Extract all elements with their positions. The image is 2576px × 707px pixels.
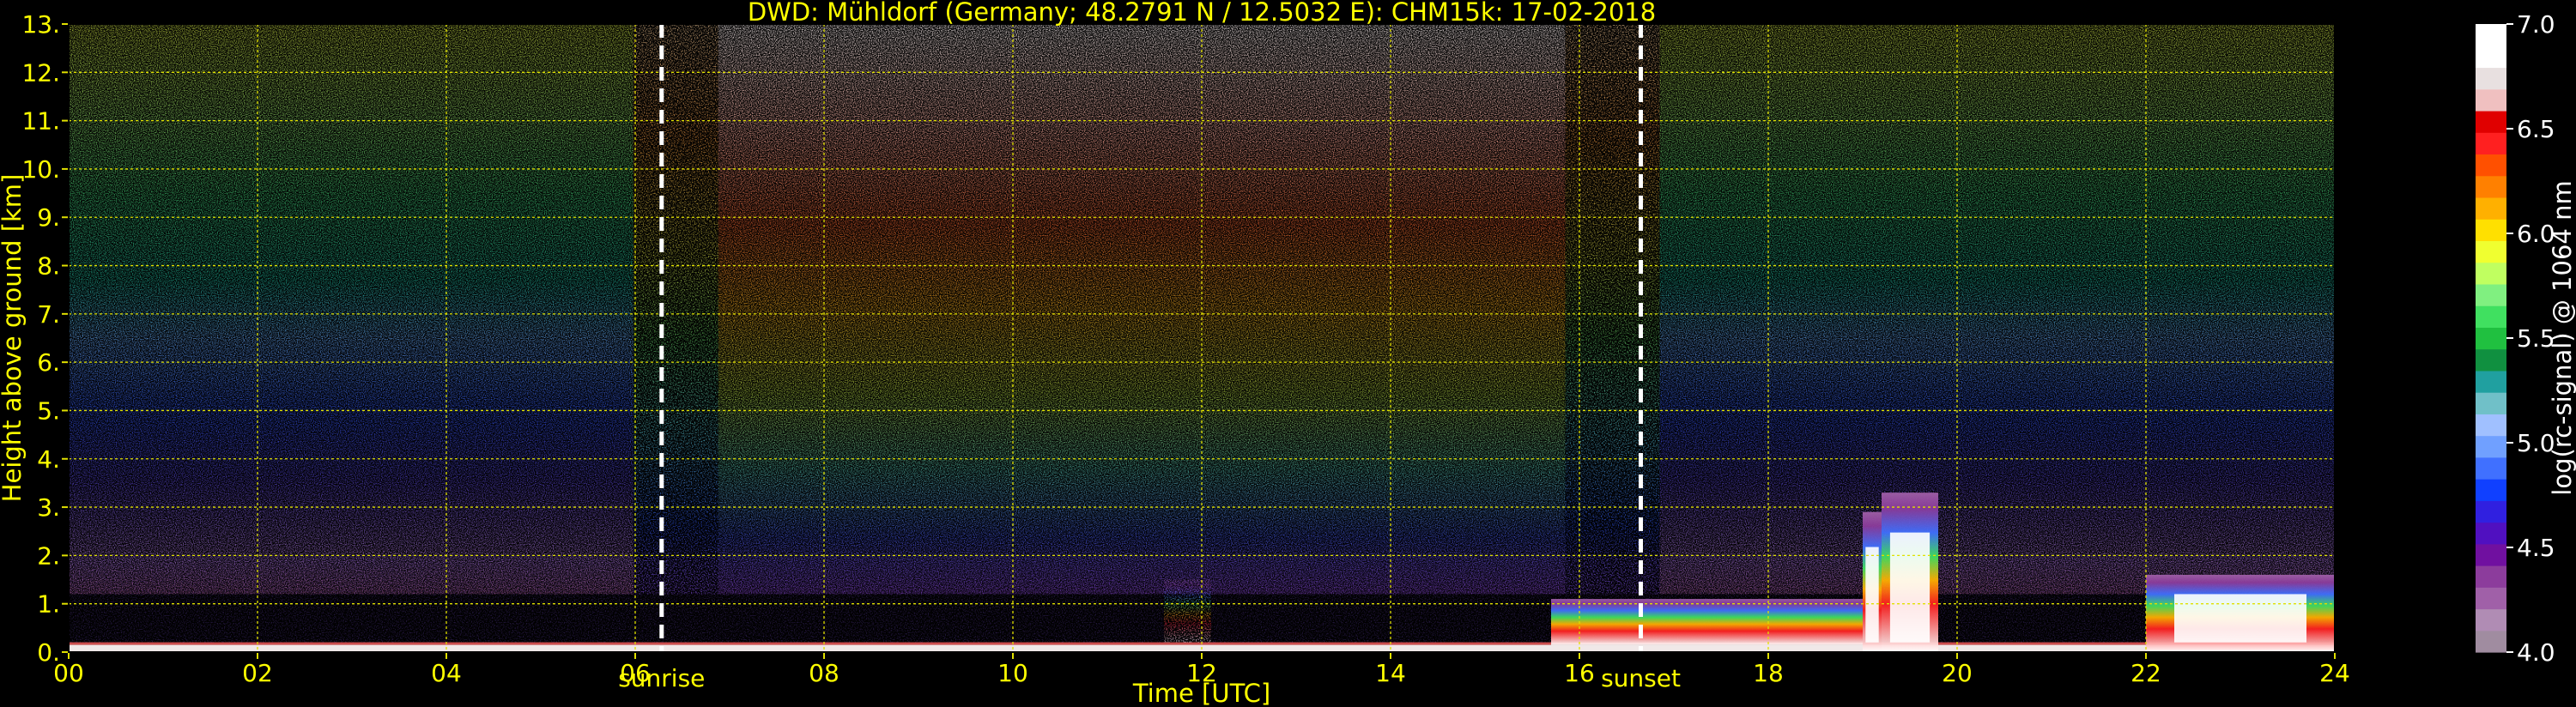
signal-noise-band xyxy=(633,24,718,595)
chart-title: DWD: Mühldorf (Germany; 48.2791 N / 12.5… xyxy=(748,0,1656,27)
colorbar-swatch xyxy=(2476,240,2506,263)
colorbar-tick-label: 6.5 xyxy=(2517,115,2555,143)
colorbar-swatch xyxy=(2476,110,2506,133)
colorbar-tick-label: 4.5 xyxy=(2517,534,2555,562)
colorbar-swatch xyxy=(2476,370,2506,393)
colorbar-swatch xyxy=(2476,132,2506,155)
aerosol-plume xyxy=(1164,579,1211,643)
colorbar-swatch xyxy=(2476,67,2506,90)
colorbar: 4.04.55.05.56.06.57.0 xyxy=(2476,10,2555,667)
cloud-core xyxy=(1889,532,1930,643)
colorbar-swatch xyxy=(2476,24,2506,46)
y-tick-label: 6. xyxy=(37,348,60,377)
aerosol-layer xyxy=(1551,599,1863,645)
colorbar-swatch xyxy=(2476,88,2506,112)
y-axis-label: Height above ground [km] xyxy=(0,174,27,503)
x-tick-label: 24 xyxy=(2319,659,2350,687)
x-tick-label: 18 xyxy=(1753,659,1784,687)
colorbar-swatch xyxy=(2476,327,2506,350)
sun-marker-label: sunset xyxy=(1601,664,1681,692)
colorbar-swatch xyxy=(2476,45,2506,69)
colorbar-swatch xyxy=(2476,154,2506,177)
x-tick-label: 14 xyxy=(1375,659,1406,687)
cloud-core xyxy=(2174,594,2306,643)
colorbar-tick-label: 7.0 xyxy=(2517,10,2555,39)
colorbar-tick-label: 4.0 xyxy=(2517,638,2555,667)
colorbar-swatch xyxy=(2476,219,2506,242)
y-tick-label: 11. xyxy=(21,107,60,136)
colorbar-swatch xyxy=(2476,630,2506,653)
colorbar-swatch xyxy=(2476,348,2506,372)
x-tick-label: 04 xyxy=(431,659,462,687)
y-tick-label: 9. xyxy=(37,203,60,232)
x-tick-label: 06 xyxy=(620,659,651,687)
colorbar-swatch xyxy=(2476,587,2506,610)
y-tick-label: 5. xyxy=(37,396,60,425)
colorbar-swatch xyxy=(2476,262,2506,285)
y-tick-label: 1. xyxy=(37,590,60,619)
x-tick-label: 16 xyxy=(1564,659,1595,687)
lidar-quicklook-chart: sunrise sunset 00 02 04 06 08 10 12 14 16 18 20 22 24… xyxy=(0,0,2576,707)
x-tick-label: 02 xyxy=(242,659,273,687)
colorbar-swatch xyxy=(2476,608,2506,631)
x-tick-label: 20 xyxy=(1942,659,1973,687)
colorbar-swatch xyxy=(2476,283,2506,306)
colorbar-swatch xyxy=(2476,392,2506,414)
colorbar-swatch xyxy=(2476,414,2506,437)
x-axis-label: Time [UTC] xyxy=(1132,679,1270,707)
colorbar-swatch xyxy=(2476,456,2506,480)
colorbar-swatch xyxy=(2476,175,2506,198)
y-tick-label: 3. xyxy=(37,493,60,522)
signal-noise-band xyxy=(718,24,1566,595)
y-tick-label: 13. xyxy=(21,10,60,39)
y-tick-label: 12. xyxy=(21,58,60,87)
y-tick-label: 0. xyxy=(37,638,60,667)
colorbar-swatch xyxy=(2476,565,2506,588)
colorbar-swatch xyxy=(2476,305,2506,328)
colorbar-swatch xyxy=(2476,500,2506,523)
colorbar-swatch xyxy=(2476,522,2506,545)
x-tick-label: 10 xyxy=(997,659,1028,687)
signal-noise-band xyxy=(69,24,633,595)
signal-noise-band xyxy=(1659,24,2335,595)
y-tick-label: 10. xyxy=(21,155,60,184)
colorbar-swatch xyxy=(2476,435,2506,458)
y-tick-label: 8. xyxy=(37,252,60,281)
y-tick-label: 4. xyxy=(37,445,60,474)
colorbar-swatch xyxy=(2476,543,2506,566)
colorbar-swatch xyxy=(2476,196,2506,220)
y-tick-label: 2. xyxy=(37,541,60,570)
x-tick-label: 22 xyxy=(2131,659,2161,687)
x-tick-label: 08 xyxy=(809,659,839,687)
y-tick-label: 7. xyxy=(37,300,60,329)
cloud-core xyxy=(1865,547,1879,643)
colorbar-swatch xyxy=(2476,479,2506,501)
colorbar-label: log(rc-signal) @ 1064 nm xyxy=(2548,180,2576,495)
